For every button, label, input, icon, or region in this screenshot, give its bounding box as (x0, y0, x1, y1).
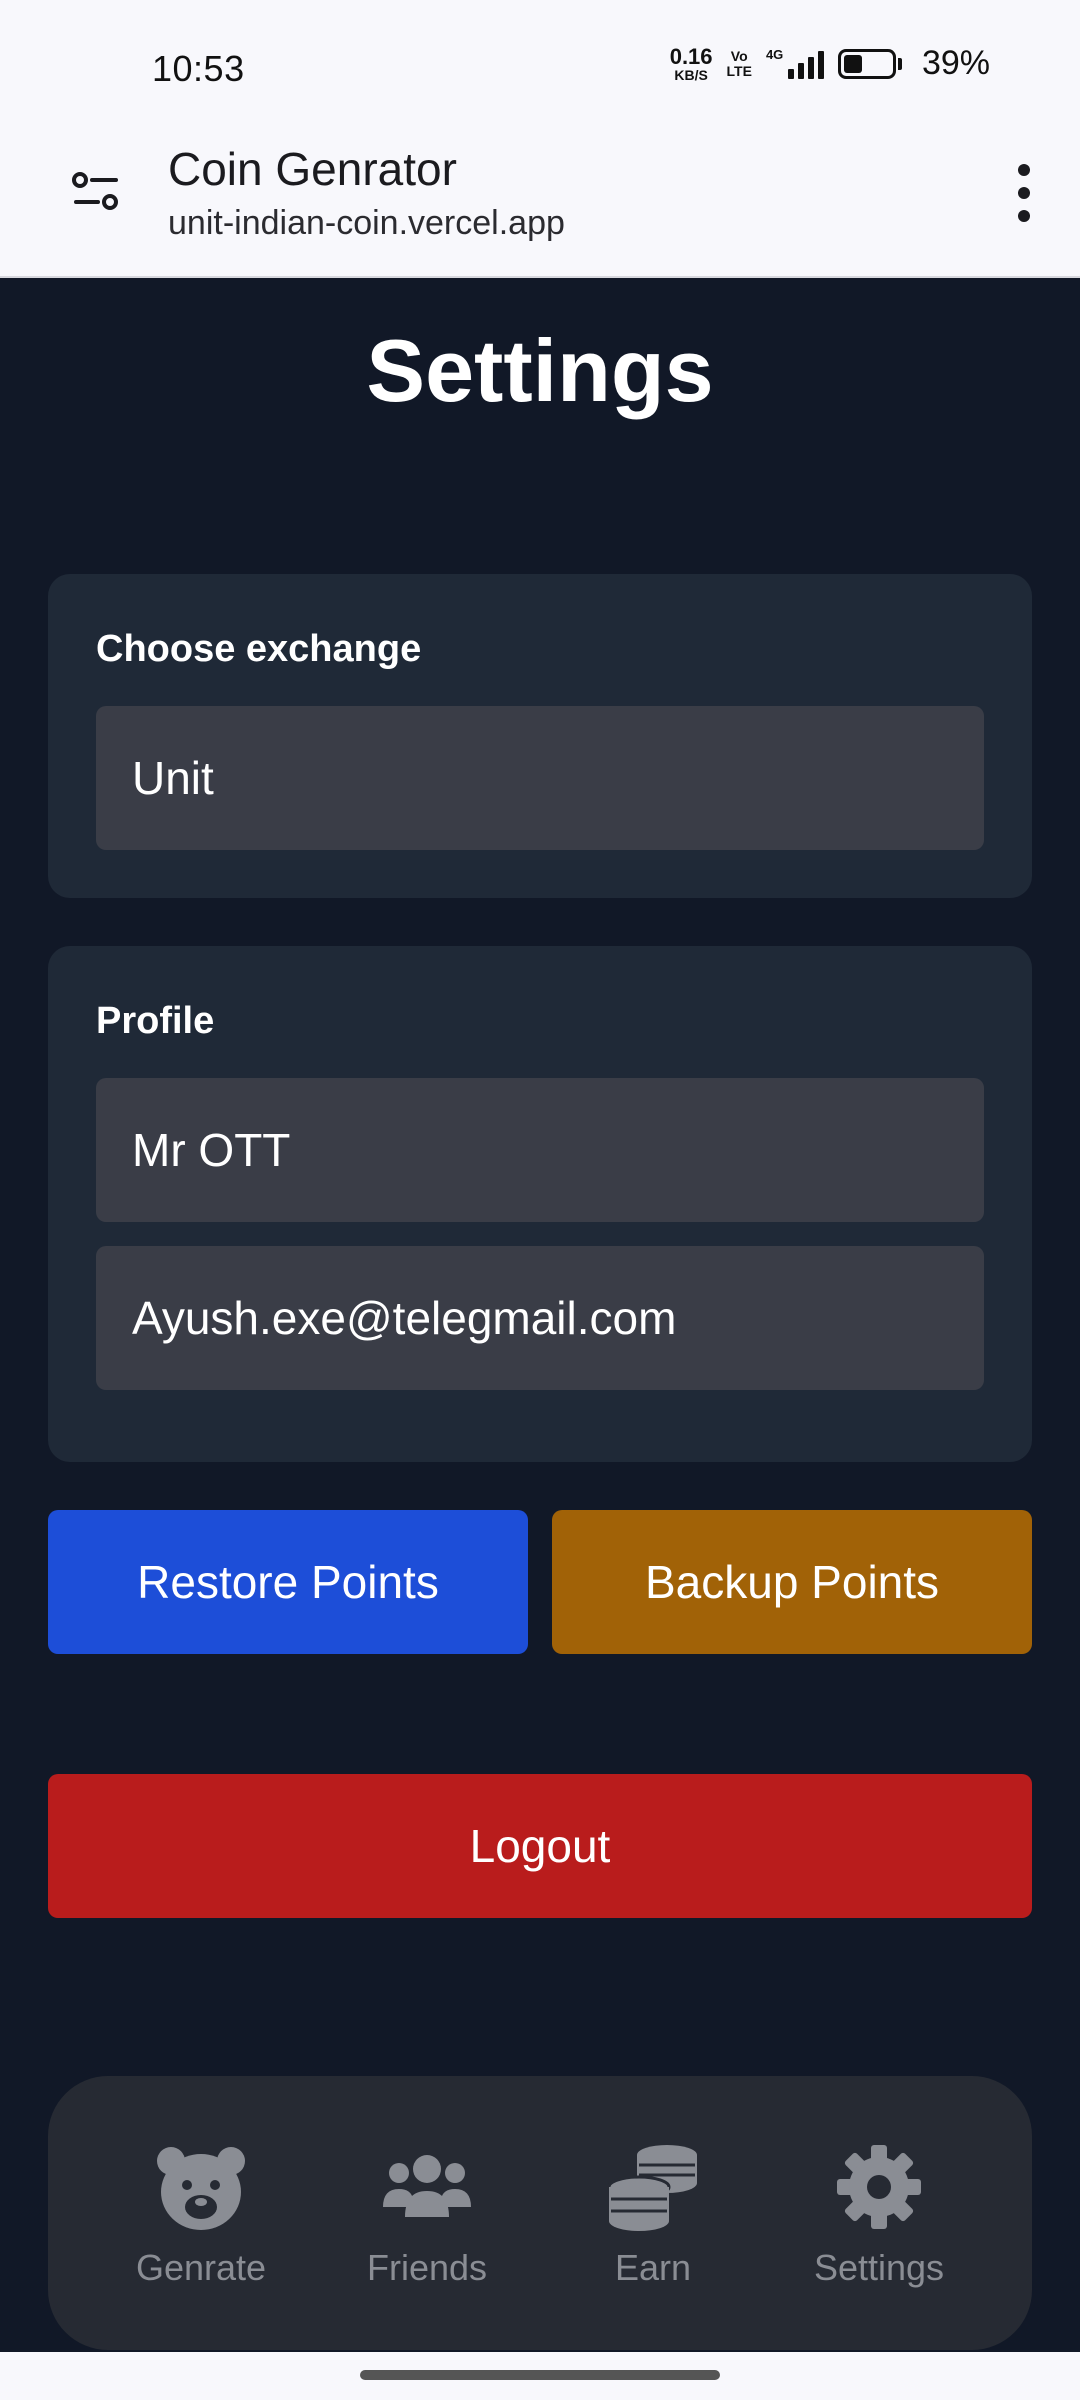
exchange-select[interactable]: Unit (96, 706, 984, 850)
backup-points-button[interactable]: Backup Points (552, 1510, 1032, 1654)
network-speed: 0.16 KB/S (669, 43, 713, 83)
exchange-card: Choose exchange Unit (48, 574, 1032, 898)
profile-card: Profile Mr OTT Ayush.exe@telegmail.com (48, 946, 1032, 1462)
status-icons: 0.16 KB/S Vo LTE 4G 39% (670, 44, 990, 83)
more-options-icon[interactable] (1012, 164, 1036, 222)
signal-icon: 4G (765, 46, 824, 79)
volte-bottom: LTE (726, 62, 752, 79)
clock: 10:53 (152, 48, 245, 89)
nav-item-friends[interactable]: Friends (327, 2137, 527, 2289)
nav-item-genrate[interactable]: Genrate (101, 2137, 301, 2289)
site-settings-icon[interactable] (70, 166, 122, 218)
volte-top: Vo (730, 47, 748, 64)
home-indicator[interactable] (360, 2370, 720, 2380)
volte-icon: Vo LTE (727, 49, 752, 78)
nav-item-earn[interactable]: Earn (553, 2137, 753, 2289)
nav-label-earn: Earn (614, 2247, 692, 2288)
network-type: 4G (765, 46, 784, 62)
nav-label-genrate: Genrate (135, 2247, 267, 2288)
coins-icon (607, 2145, 697, 2231)
nav-item-settings[interactable]: Settings (779, 2137, 979, 2289)
network-speed-value: 0.16 (669, 43, 713, 69)
gear-icon (837, 2145, 921, 2229)
site-url[interactable]: unit-indian-coin.vercel.app (168, 204, 565, 243)
users-icon (383, 2155, 471, 2217)
profile-label: Profile (96, 1000, 215, 1042)
name-field[interactable]: Mr OTT (96, 1078, 984, 1222)
battery-icon (837, 48, 902, 79)
exchange-selected-value: Unit (132, 752, 214, 804)
bear-face-icon (157, 2147, 245, 2230)
logout-button[interactable]: Logout (48, 1774, 1032, 1918)
name-value: Mr OTT (132, 1124, 291, 1176)
nav-label-settings: Settings (813, 2247, 945, 2288)
status-bar: 10:53 0.16 KB/S Vo LTE 4G 39% (0, 0, 1080, 130)
battery-percent: 39% (921, 44, 990, 82)
site-title: Coin Genrator (168, 143, 457, 195)
bottom-navigation: Genrate Friends Earn Settings (48, 2076, 1032, 2350)
restore-points-button[interactable]: Restore Points (48, 1510, 528, 1654)
nav-label-friends: Friends (366, 2247, 488, 2288)
browser-bar: Coin Genrator unit-indian-coin.vercel.ap… (0, 130, 1080, 278)
exchange-label: Choose exchange (96, 628, 422, 670)
email-value: Ayush.exe@telegmail.com (132, 1292, 677, 1344)
email-field[interactable]: Ayush.exe@telegmail.com (96, 1246, 984, 1390)
network-speed-unit: KB/S (674, 66, 708, 83)
page-title: Settings (366, 321, 714, 420)
